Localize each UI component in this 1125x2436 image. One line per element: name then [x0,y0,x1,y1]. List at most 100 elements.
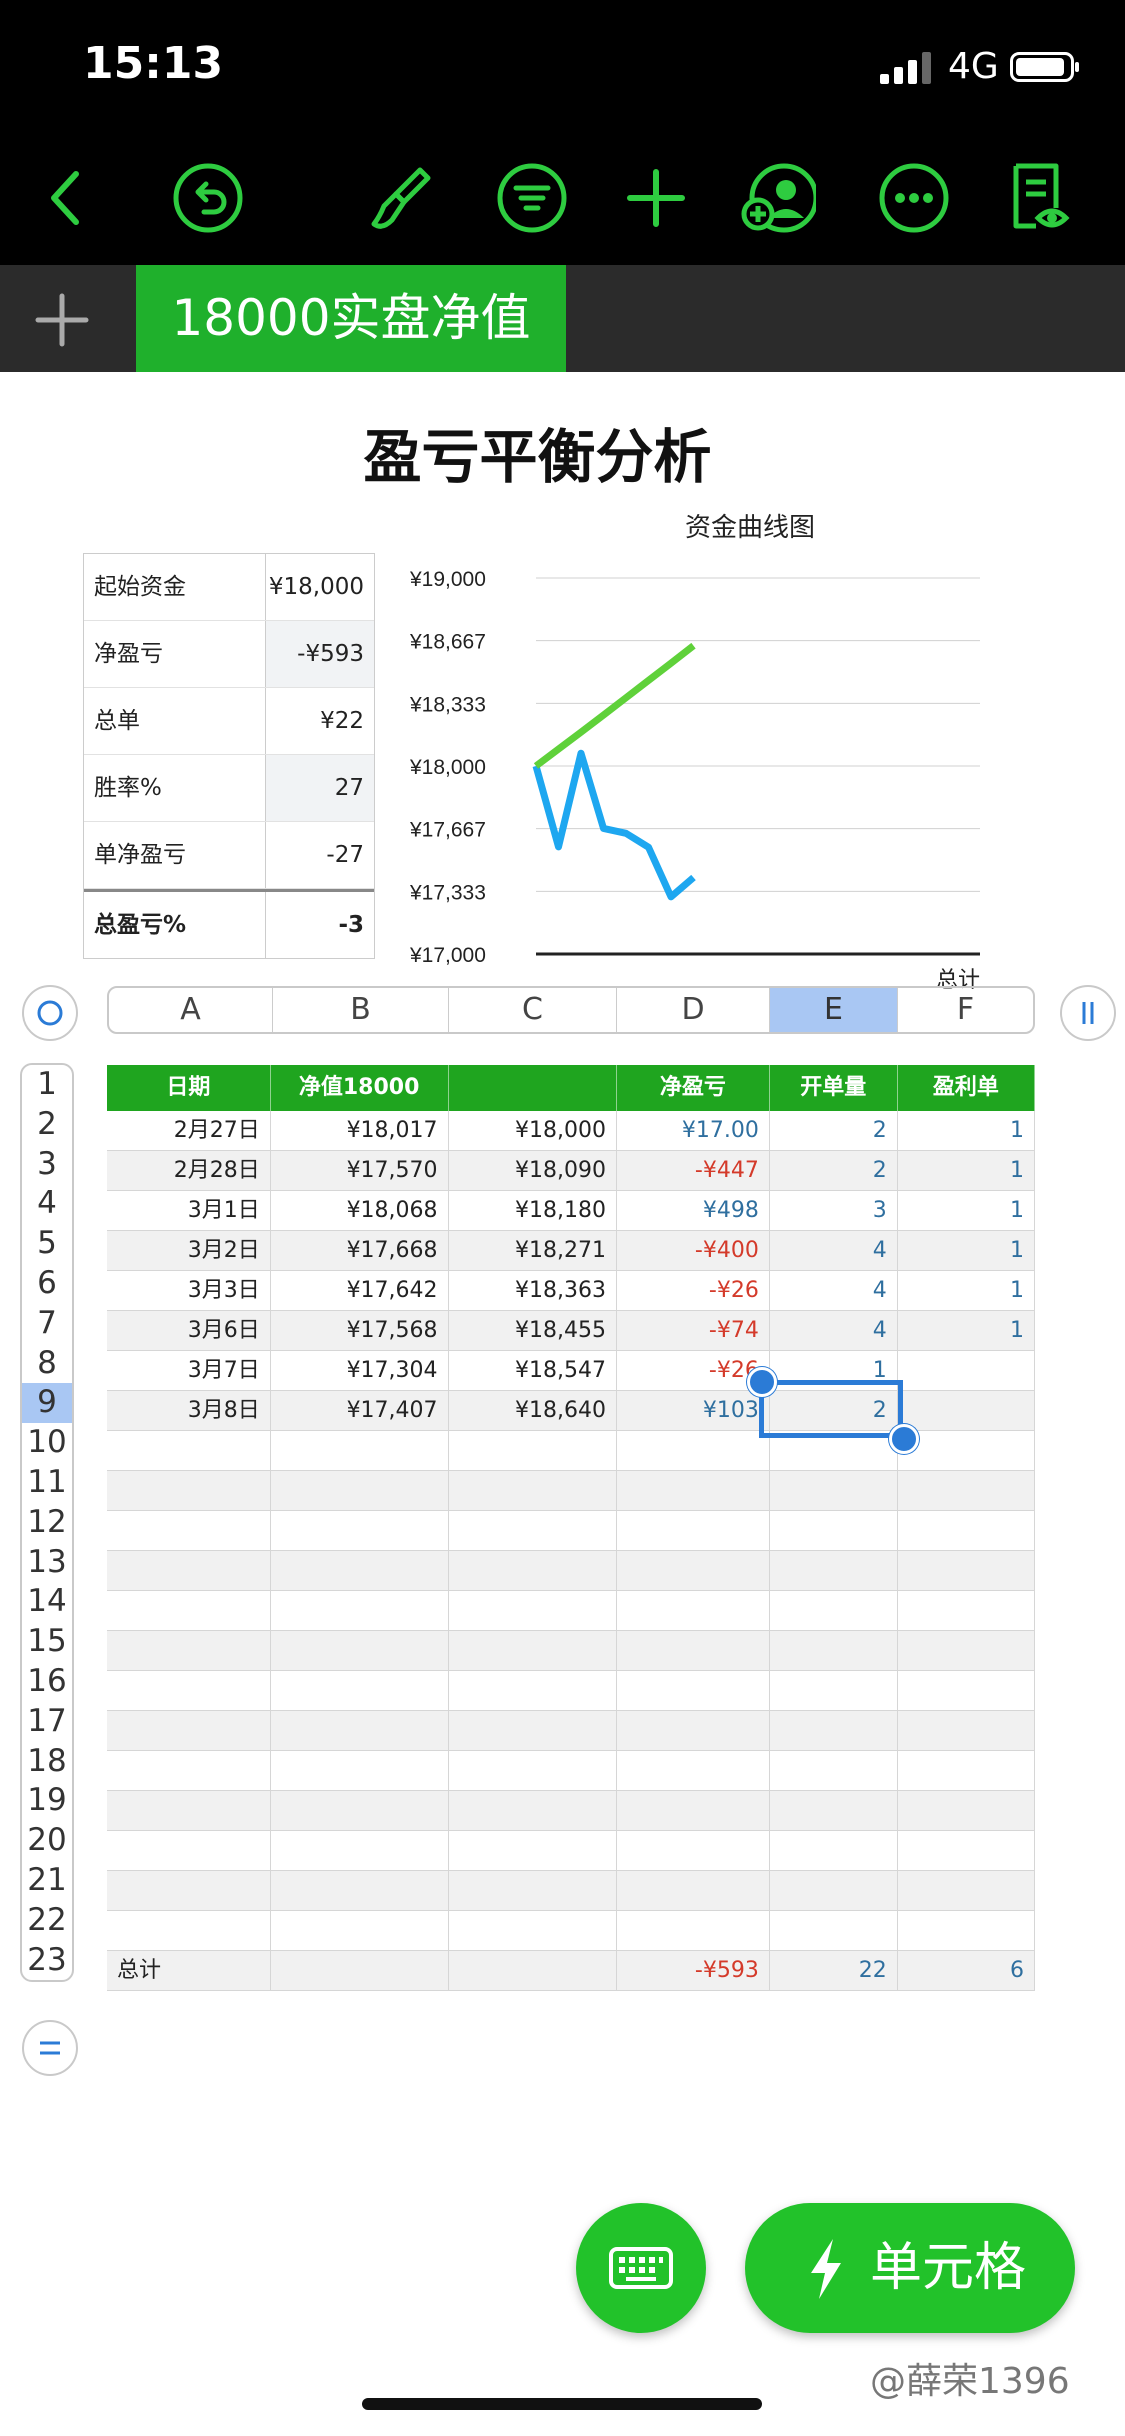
table-cell[interactable] [107,1751,271,1790]
table-cell[interactable] [271,1671,449,1710]
home-indicator[interactable] [362,2398,762,2410]
column-header-d[interactable]: D [617,988,770,1032]
table-cell[interactable] [898,1751,1035,1790]
table-cell[interactable]: 净盈亏 [617,1065,770,1111]
table-cell[interactable]: ¥18,000 [449,1111,617,1150]
column-header-e[interactable]: E [770,988,898,1032]
column-header-b[interactable]: B [273,988,449,1032]
table-cell[interactable] [107,1911,271,1950]
table-cell[interactable] [107,1471,271,1510]
column-header-a[interactable]: A [109,988,273,1032]
table-cell[interactable] [617,1471,770,1510]
plus-icon[interactable] [32,290,92,350]
table-cell[interactable]: ¥18,017 [271,1111,449,1150]
table-cell[interactable]: ¥17,407 [271,1391,449,1430]
table-cell[interactable]: 3月3日 [107,1271,271,1310]
table-cell[interactable] [617,1751,770,1790]
table-cell[interactable]: 22 [770,1951,898,1990]
table-cell[interactable]: ¥17.00 [617,1111,770,1150]
table-cell[interactable] [770,1671,898,1710]
view-options-icon[interactable] [1002,160,1078,236]
table-cell[interactable] [107,1871,271,1910]
freeze-handle-icon[interactable] [1058,983,1118,1043]
table-cell[interactable] [449,1511,617,1550]
table-cell[interactable] [617,1711,770,1750]
table-cell[interactable] [898,1631,1035,1670]
row-header[interactable]: 23 [22,1941,72,1981]
table-cell[interactable]: -¥400 [617,1231,770,1270]
table-cell[interactable] [617,1911,770,1950]
table-cell[interactable]: 6 [898,1951,1035,1990]
table-cell[interactable] [449,1711,617,1750]
table-cell[interactable] [770,1551,898,1590]
table-cell[interactable] [770,1831,898,1870]
table-cell[interactable] [898,1551,1035,1590]
table-cell[interactable] [271,1751,449,1790]
table-cell[interactable] [107,1711,271,1750]
table-cell[interactable] [898,1831,1035,1870]
table-cell[interactable] [449,1831,617,1870]
table-cell[interactable] [617,1831,770,1870]
summary-row[interactable]: 总单 ¥22 [84,688,374,755]
table-cell[interactable] [449,1791,617,1830]
cell-selection[interactable] [759,1380,903,1438]
row-header[interactable]: 4 [22,1184,72,1224]
table-cell[interactable] [898,1591,1035,1630]
table-cell[interactable]: 2月28日 [107,1151,271,1190]
summary-row[interactable]: 总盈亏% -3 [84,889,374,958]
table-cell[interactable]: 盈利单 [898,1065,1035,1111]
row-header[interactable]: 16 [22,1662,72,1702]
keyboard-button[interactable] [576,2203,706,2333]
table-cell[interactable] [617,1631,770,1670]
column-header-c[interactable]: C [449,988,617,1032]
table-cell[interactable]: 3月1日 [107,1191,271,1230]
select-all-circle[interactable] [20,983,80,1043]
table-cell[interactable]: -¥593 [617,1951,770,1990]
row-header[interactable]: 15 [22,1622,72,1662]
table-cell[interactable] [271,1511,449,1550]
table-cell[interactable] [271,1631,449,1670]
table-cell[interactable] [449,1591,617,1630]
table-cell[interactable] [898,1871,1035,1910]
table-cell[interactable] [271,1551,449,1590]
table-cell[interactable]: 3月2日 [107,1231,271,1270]
table-cell[interactable]: ¥17,570 [271,1151,449,1190]
table-cell[interactable] [770,1791,898,1830]
table-cell[interactable]: -¥74 [617,1311,770,1350]
table-cell[interactable] [770,1911,898,1950]
table-cell[interactable] [271,1831,449,1870]
table-cell[interactable] [770,1711,898,1750]
row-header[interactable]: 1 [22,1065,72,1105]
table-cell[interactable]: ¥18,363 [449,1271,617,1310]
table-cell[interactable] [271,1711,449,1750]
row-header[interactable]: 12 [22,1503,72,1543]
table-cell[interactable] [271,1591,449,1630]
table-cell[interactable] [449,1871,617,1910]
table-cell[interactable]: 1 [898,1311,1035,1350]
row-header[interactable]: 6 [22,1264,72,1304]
table-cell[interactable] [449,1751,617,1790]
table-cell[interactable]: 1 [898,1111,1035,1150]
table-cell[interactable] [617,1431,770,1470]
selection-handle-start[interactable] [747,1367,777,1397]
table-cell[interactable] [449,1631,617,1670]
table-cell[interactable]: ¥17,642 [271,1271,449,1310]
row-header[interactable]: 9 [22,1383,72,1424]
table-cell[interactable] [770,1751,898,1790]
table-cell[interactable] [617,1791,770,1830]
table-cell[interactable]: ¥18,068 [271,1191,449,1230]
table-cell[interactable] [898,1351,1035,1390]
table-cell[interactable] [107,1431,271,1470]
collaborate-icon[interactable] [740,160,819,236]
row-header[interactable]: 10 [22,1423,72,1463]
table-cell[interactable]: 2 [770,1111,898,1150]
table-cell[interactable]: ¥18,547 [449,1351,617,1390]
table-cell[interactable]: 开单量 [770,1065,898,1111]
table-cell[interactable] [898,1791,1035,1830]
table-cell[interactable]: ¥18,180 [449,1191,617,1230]
table-cell[interactable] [617,1591,770,1630]
table-cell[interactable]: 1 [898,1231,1035,1270]
table-cell[interactable] [449,1471,617,1510]
table-cell[interactable] [770,1471,898,1510]
table-cell[interactable] [617,1511,770,1550]
